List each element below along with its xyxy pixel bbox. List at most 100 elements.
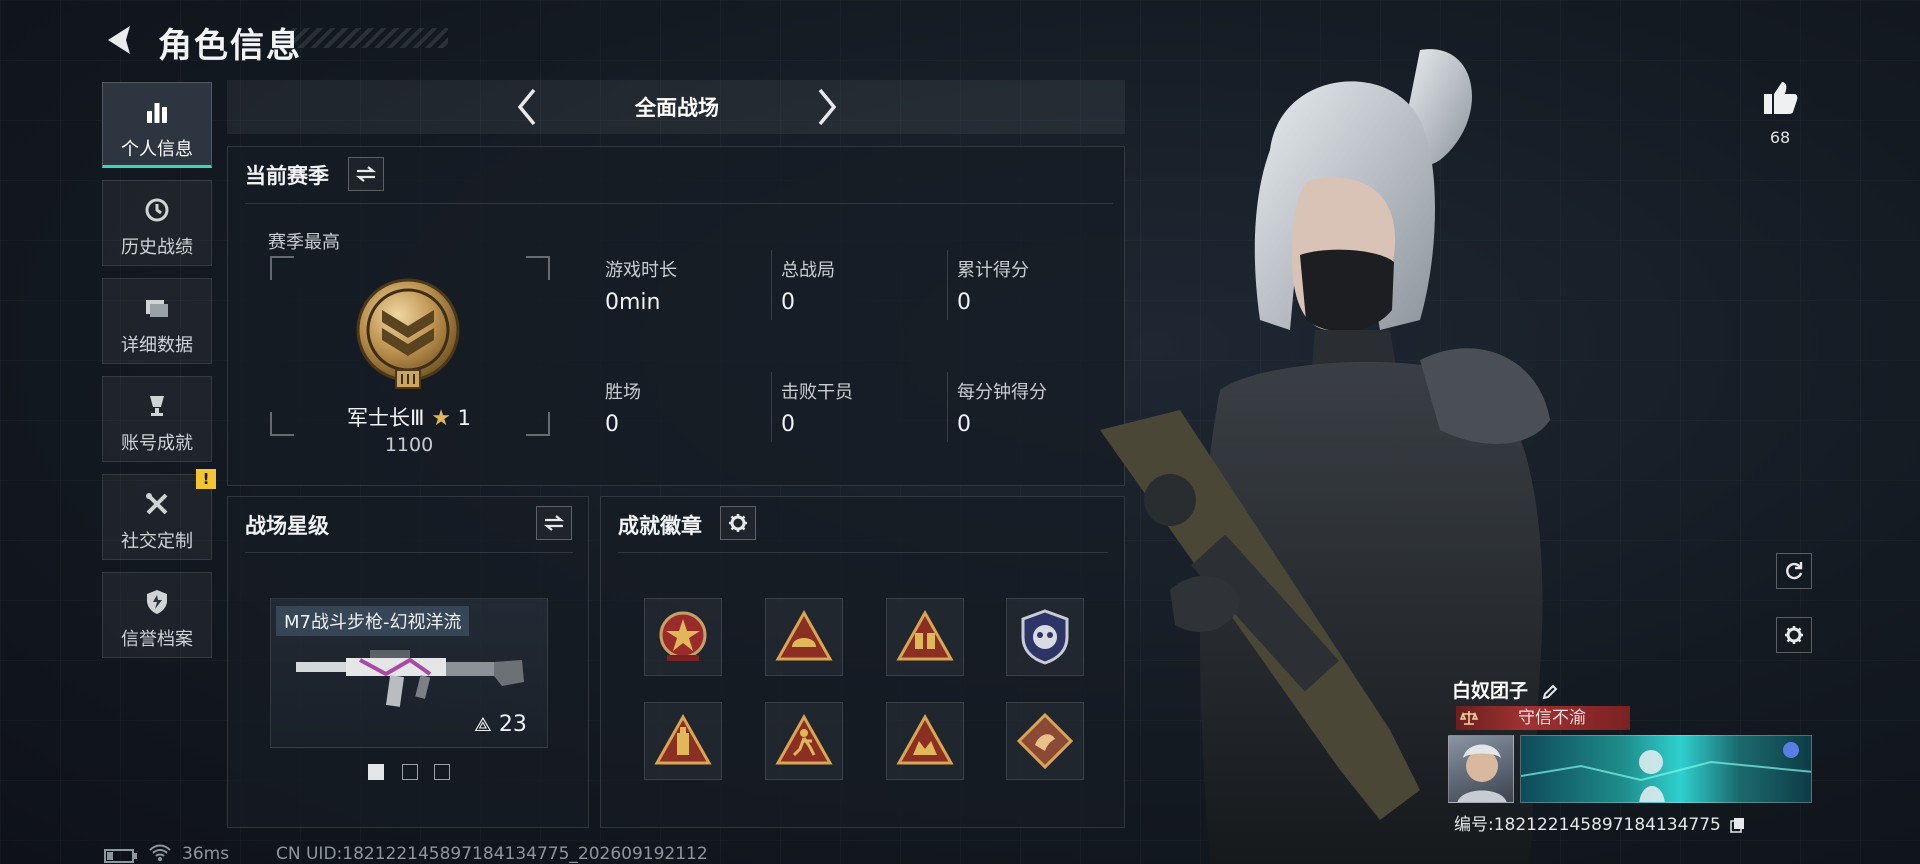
star-medal-badge-icon — [659, 611, 707, 661]
thumbs-up-icon[interactable] — [1760, 78, 1800, 118]
sidebar-item-personal-info[interactable]: 个人信息 — [102, 82, 212, 168]
sidebar-item-history[interactable]: 历史战绩 — [102, 180, 212, 266]
stat-value: 0 — [957, 412, 971, 437]
rank-stars: 1 — [457, 406, 471, 430]
stat-value: 0 — [781, 290, 795, 315]
ammo-triangle-badge-icon — [896, 713, 954, 765]
stat-label: 总战局 — [781, 260, 835, 281]
swap-icon — [543, 515, 565, 531]
gear-icon — [729, 514, 747, 532]
player-id-text: 编号:1821221458971841347​75 — [1454, 815, 1721, 835]
stat-label: 累计得分 — [957, 260, 1029, 281]
stat-label: 每分钟得分 — [957, 382, 1047, 403]
back-arrow-icon[interactable] — [100, 20, 140, 60]
achievements-settings-button[interactable] — [720, 506, 756, 540]
page-title: 角色信息 — [158, 26, 302, 66]
achievement-badge[interactable] — [644, 598, 722, 676]
player-id: 编号:1821221458971841347​75 — [1454, 810, 1746, 835]
weapon-name: M7战斗步枪-幻视洋流 — [276, 606, 470, 636]
pager-dot-active[interactable] — [368, 764, 384, 780]
rank-points: 1100 — [384, 434, 434, 456]
player-avatar[interactable] — [1448, 735, 1514, 803]
pager-dot[interactable] — [402, 764, 418, 780]
sidebar-item-label: 社交定制 — [121, 531, 193, 552]
stat-label: 击败干员 — [781, 382, 853, 403]
player-name-text: 白奴团子 — [1452, 680, 1529, 702]
alert-badge: ! — [196, 469, 216, 489]
stat-separator — [771, 250, 772, 320]
panel-divider — [245, 203, 1113, 204]
sidebar-item-detailed-data[interactable]: 详细数据 — [102, 278, 212, 364]
season-switch-button[interactable] — [348, 157, 384, 191]
weapon-star-level: ⟁ 23 — [474, 712, 527, 737]
stat-value: 0min — [605, 290, 661, 315]
sidebar-item-label: 详细数据 — [121, 335, 193, 356]
star-icon: ★ — [431, 406, 451, 431]
settings-button[interactable] — [1776, 617, 1812, 653]
bottle-triangle-badge-icon — [654, 713, 712, 765]
like-count: 68 — [1769, 128, 1791, 147]
achievement-badge[interactable] — [765, 702, 843, 780]
season-title: 当前赛季 — [245, 164, 329, 188]
rifle-icon — [296, 650, 524, 707]
swap-icon — [355, 166, 377, 182]
scales-icon — [1460, 711, 1478, 725]
folder-icon — [146, 300, 168, 317]
achievement-badge[interactable] — [886, 702, 964, 780]
refresh-button[interactable] — [1776, 553, 1812, 589]
avatar-portrait — [1457, 744, 1507, 802]
refresh-icon — [1786, 562, 1803, 580]
battlefield-star-title: 战场星级 — [245, 514, 329, 538]
clock-history-icon — [145, 198, 169, 222]
stat-label: 胜场 — [605, 382, 641, 403]
player-banner[interactable] — [1520, 735, 1812, 803]
bar-chart-icon — [147, 103, 167, 123]
stat-separator — [947, 372, 948, 442]
rank-name: 军士长Ⅲ — [347, 406, 425, 430]
sidebar-item-achievements[interactable]: 账号成就 — [102, 376, 212, 462]
wifi-icon — [149, 844, 171, 861]
season-best-label: 赛季最高 — [268, 232, 340, 253]
edit-pencil-icon[interactable] — [1541, 683, 1559, 701]
uid-readout: CN UID:182122145897184134775_20260919211… — [276, 844, 708, 864]
stat-separator — [947, 250, 948, 320]
helmet-triangle-badge-icon — [775, 609, 833, 661]
copy-icon[interactable] — [1730, 817, 1746, 833]
sidebar-item-label: 个人信息 — [121, 139, 193, 160]
boots-triangle-badge-icon — [896, 609, 954, 661]
title-decoration — [292, 28, 448, 48]
rank-line: 军士长Ⅲ ★ 1 — [296, 402, 522, 432]
frame-corner — [526, 256, 550, 280]
gear-icon — [1785, 626, 1803, 644]
weapon-star-count: 23 — [498, 712, 527, 737]
sidebar-item-label: 账号成就 — [121, 433, 193, 454]
battlefield-star-switch-button[interactable] — [536, 506, 572, 540]
tools-icon — [146, 493, 168, 515]
trophy-icon — [150, 396, 164, 416]
pager-dot[interactable] — [434, 764, 450, 780]
achievement-badge[interactable] — [765, 598, 843, 676]
battery-icon — [104, 849, 137, 863]
banner-artwork — [1521, 742, 1811, 802]
frame-corner — [270, 412, 294, 436]
stat-value: 0 — [957, 290, 971, 315]
chevron-right-icon[interactable] — [812, 86, 842, 128]
sidebar-item-label: 信誉档案 — [121, 629, 193, 650]
stat-value: 0 — [781, 412, 795, 437]
player-title-tag: 守信不渝 — [1456, 706, 1630, 730]
sidebar-item-reputation[interactable]: 信誉档案 — [102, 572, 212, 658]
achievement-badge[interactable] — [644, 702, 722, 780]
runner-triangle-badge-icon — [775, 713, 833, 765]
achievements-title: 成就徽章 — [618, 514, 702, 538]
frame-corner — [270, 256, 294, 280]
panel-divider — [245, 552, 573, 553]
stat-label: 游戏时长 — [605, 260, 677, 281]
achievement-badge[interactable] — [886, 598, 964, 676]
rank-emblem-icon — [356, 278, 460, 389]
mode-title: 全面战场 — [635, 96, 719, 120]
tri-star-icon: ⟁ — [474, 712, 492, 736]
chevron-left-icon[interactable] — [512, 86, 542, 128]
ping-readout: 36ms — [182, 844, 230, 864]
sidebar-item-label: 历史战绩 — [121, 237, 193, 258]
frame-corner — [526, 412, 550, 436]
